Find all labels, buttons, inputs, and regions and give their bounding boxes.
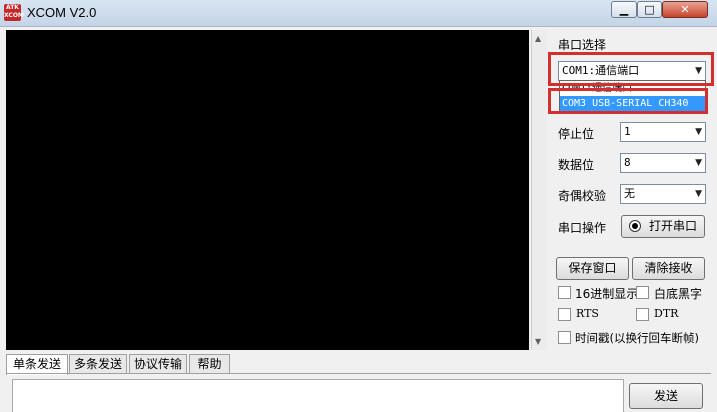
hex-display-label: 16进制显示: [575, 287, 639, 301]
hex-display-checkbox[interactable]: [558, 286, 571, 299]
clear-receive-button[interactable]: 清除接收: [632, 257, 705, 280]
tab-multi-send[interactable]: 多条发送: [69, 354, 127, 374]
maximize-button[interactable]: □: [637, 1, 662, 18]
send-button[interactable]: 发送: [629, 383, 703, 409]
port-option[interactable]: COM1:通信端口: [560, 81, 705, 96]
chevron-down-icon: ▼: [695, 127, 702, 137]
port-status-radio-icon: [629, 220, 641, 232]
stop-bits-select[interactable]: 1 ▼: [620, 122, 706, 142]
title-bar: ATK XCOM XCOM V2.0 ▁ □ ✕: [0, 0, 717, 27]
rts-label: RTS: [576, 307, 599, 320]
tab-single-send[interactable]: 单条发送: [6, 354, 68, 375]
data-bits-label: 数据位: [558, 158, 595, 172]
window-title: XCOM V2.0: [27, 5, 97, 20]
receive-scrollbar[interactable]: ▲ ▼: [531, 30, 547, 350]
white-bg-label: 白底黑字: [654, 287, 703, 301]
tab-protocol[interactable]: 协议传输: [129, 354, 187, 374]
parity-label: 奇偶校验: [558, 189, 607, 203]
white-bg-checkbox[interactable]: [636, 286, 649, 299]
xcom-window: ATK XCOM XCOM V2.0 ▁ □ ✕ ▲ ▼ 串口选择 COM1:通…: [0, 0, 717, 412]
chevron-down-icon: ▼: [695, 189, 702, 199]
parity-select[interactable]: 无 ▼: [620, 184, 706, 204]
tab-help[interactable]: 帮助: [189, 354, 230, 374]
stop-bits-value: 1: [624, 125, 631, 138]
open-port-button-label: 打开串口: [649, 219, 698, 233]
save-window-button[interactable]: 保存窗口: [556, 257, 629, 280]
minimize-button[interactable]: ▁: [611, 1, 637, 18]
port-select[interactable]: COM1:通信端口 ▼: [558, 61, 706, 81]
chevron-down-icon: ▼: [695, 158, 702, 168]
tab-divider: [6, 373, 711, 374]
port-select-label: 串口选择: [558, 38, 607, 52]
port-select-value: COM1:通信端口: [562, 64, 640, 77]
stop-bits-label: 停止位: [558, 127, 595, 141]
close-button[interactable]: ✕: [662, 1, 708, 18]
timestamp-checkbox[interactable]: [558, 331, 571, 344]
open-port-button[interactable]: 打开串口: [621, 215, 705, 238]
port-operation-label: 串口操作: [558, 221, 607, 235]
data-bits-select[interactable]: 8 ▼: [620, 153, 706, 173]
scroll-down-arrow-icon[interactable]: ▼: [535, 337, 541, 346]
data-bits-value: 8: [624, 156, 631, 169]
port-option-highlighted[interactable]: COM3 USB-SERIAL CH340: [560, 96, 705, 111]
send-input[interactable]: [12, 379, 624, 412]
dtr-checkbox[interactable]: [636, 308, 649, 321]
parity-value: 无: [624, 187, 635, 200]
rts-checkbox[interactable]: [558, 308, 571, 321]
receive-area[interactable]: [6, 30, 529, 350]
app-logo-icon: ATK XCOM: [4, 4, 24, 21]
timestamp-label: 时间戳(以换行回车断帧): [575, 331, 699, 345]
port-dropdown-list: COM1:通信端口 COM3 USB-SERIAL CH340: [559, 80, 706, 112]
chevron-down-icon: ▼: [695, 66, 702, 76]
scroll-up-arrow-icon[interactable]: ▲: [535, 34, 541, 43]
dtr-label: DTR: [654, 307, 679, 320]
